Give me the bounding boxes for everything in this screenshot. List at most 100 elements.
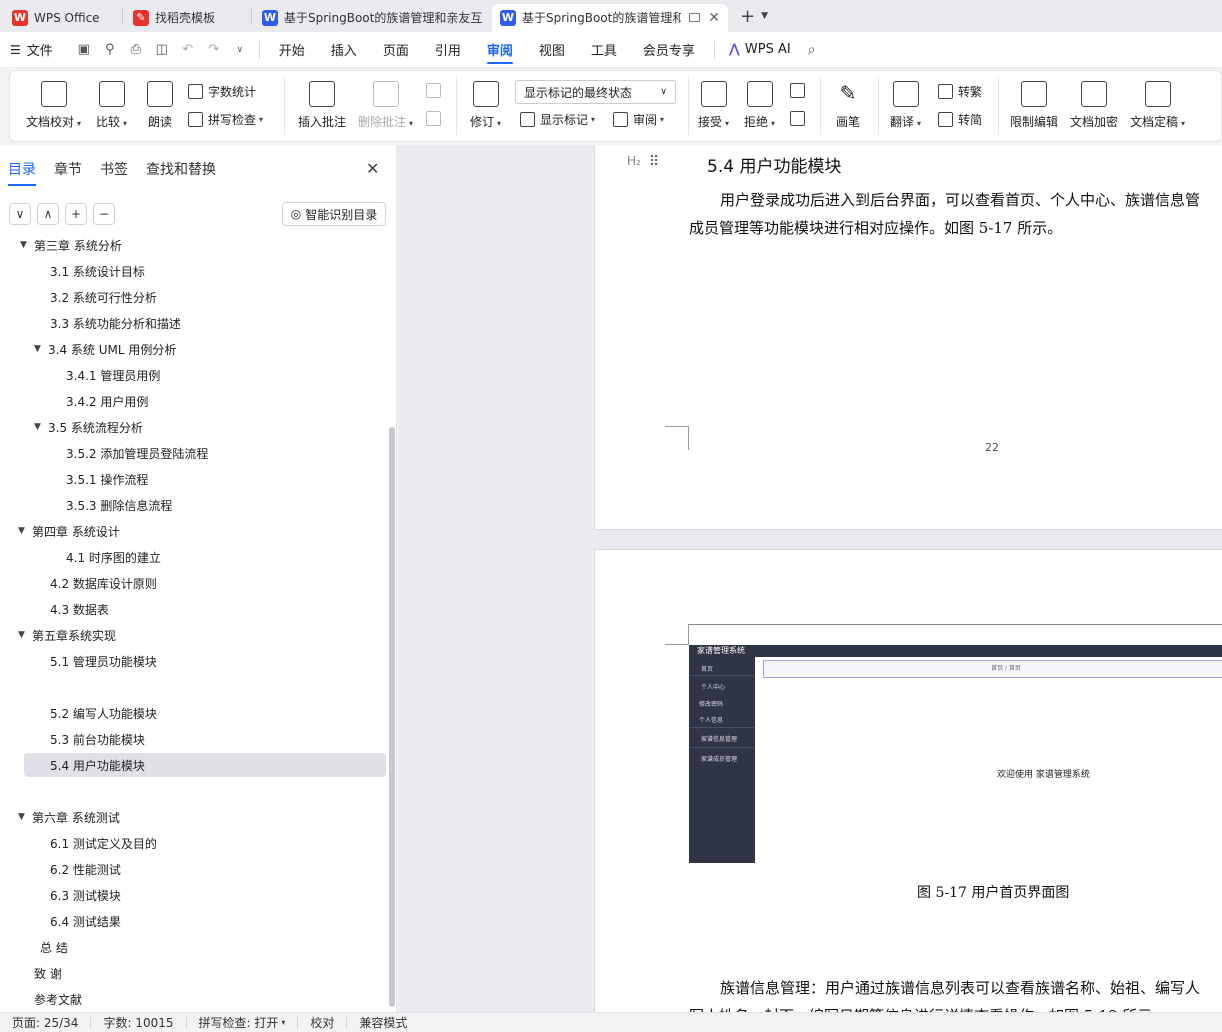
paragraph-line[interactable]: 用户登录成功后进入到后台界面，可以查看首页、个人中心、族谱信息管 bbox=[720, 186, 1200, 214]
toc-item[interactable]: 3.2 系统可行性分析 bbox=[50, 285, 157, 309]
save-icon[interactable]: ▣ bbox=[76, 42, 92, 58]
pen-button[interactable]: ✎ 画笔 bbox=[835, 81, 861, 130]
tab-list-chevron-icon[interactable]: ▼ bbox=[761, 11, 768, 21]
translate-button[interactable]: 翻译 ▾ bbox=[890, 81, 921, 130]
toc-item[interactable]: 5.3 前台功能模块 bbox=[50, 727, 145, 751]
toc-item[interactable]: 6.3 测试模块 bbox=[50, 883, 121, 907]
paragraph-line[interactable]: 族谱信息管理：用户通过族谱信息列表可以查看族谱名称、始祖、编写人 bbox=[720, 974, 1200, 1002]
tab-find-replace[interactable]: 查找和替换 bbox=[146, 159, 216, 186]
toc-item[interactable]: 3.4.2 用户用例 bbox=[66, 389, 148, 413]
spell-check-indicator[interactable]: 拼写检查: 打开 ▾ bbox=[187, 1016, 299, 1030]
toc-item[interactable]: 4.1 时序图的建立 bbox=[66, 545, 161, 569]
to-traditional-button[interactable]: 转繁 bbox=[938, 83, 982, 100]
tab-review[interactable]: 审阅 bbox=[474, 32, 526, 68]
accept-button[interactable]: 接受 ▾ bbox=[698, 81, 729, 130]
paragraph-line[interactable]: 写人姓名、封面、编写日期等信息进行详情查看操作，如图 5-18 所示。 bbox=[689, 1002, 1167, 1012]
print-icon[interactable]: ⎙ bbox=[128, 42, 144, 58]
next-change-button[interactable] bbox=[790, 111, 810, 126]
paragraph-line[interactable]: 成员管理等功能模块进行相对应操作。如图 5-17 所示。 bbox=[689, 214, 1062, 242]
file-menu[interactable]: ☰ 文件 bbox=[10, 40, 53, 60]
tab-sections[interactable]: 章节 bbox=[54, 159, 82, 186]
tab-toc[interactable]: 目录 bbox=[8, 159, 36, 186]
expand-arrow-icon[interactable]: ▼ bbox=[34, 344, 48, 354]
toc-item[interactable]: 5.1 管理员功能模块 bbox=[50, 649, 157, 673]
close-panel-icon[interactable]: ✕ bbox=[366, 159, 379, 178]
doc-proofread-button[interactable]: 文档校对 ▾ bbox=[26, 81, 81, 130]
expand-arrow-icon[interactable]: ▼ bbox=[18, 812, 32, 822]
search-icon[interactable]: ⌕ bbox=[804, 42, 820, 58]
to-simplified-button[interactable]: 转简 bbox=[938, 111, 982, 128]
smart-toc-button[interactable]: ◎ 智能识别目录 bbox=[282, 202, 386, 226]
delete-comment-button[interactable]: 删除批注 ▾ bbox=[358, 81, 413, 130]
wps-ai-button[interactable]: ⋀ WPS AI bbox=[721, 32, 799, 68]
toc-item[interactable]: ▼ 第四章 系统设计 bbox=[18, 519, 120, 543]
toc-item[interactable]: 总 结 bbox=[40, 935, 68, 959]
embedded-screenshot[interactable]: 家谱管理系统 首页 个人中心 修改密码 个人信息 家谱信息管理 家谱成员管理 首… bbox=[689, 645, 1222, 863]
toc-item[interactable]: 4.3 数据表 bbox=[50, 597, 109, 621]
toc-item[interactable]: ▼ 第三章 系统分析 bbox=[20, 237, 122, 257]
tab-start[interactable]: 开始 bbox=[266, 32, 318, 68]
screen-icon[interactable] bbox=[689, 13, 701, 22]
compare-button[interactable]: 比较 ▾ bbox=[96, 81, 127, 130]
undo-icon[interactable]: ↶ bbox=[180, 42, 196, 58]
add-heading-button[interactable]: + bbox=[65, 203, 87, 225]
tab-view[interactable]: 视图 bbox=[526, 32, 578, 68]
tab-document-2[interactable]: W 基于SpringBoot的族谱管理和 ✕ bbox=[492, 3, 728, 32]
remove-heading-button[interactable]: − bbox=[93, 203, 115, 225]
prev-change-button[interactable] bbox=[790, 83, 810, 98]
toc-item[interactable]: 6.4 测试结果 bbox=[50, 909, 121, 933]
print-preview-icon[interactable]: ◫ bbox=[154, 42, 170, 58]
toc-item[interactable]: 参考文献 bbox=[34, 987, 82, 1011]
toc-item[interactable]: ▼ 3.4 系统 UML 用例分析 bbox=[34, 337, 176, 361]
tab-template[interactable]: ✎ 找稻壳模板 bbox=[125, 4, 249, 32]
expand-arrow-icon[interactable]: ▼ bbox=[18, 630, 32, 640]
toc-item[interactable]: 3.1 系统设计目标 bbox=[50, 259, 145, 283]
toc-item[interactable]: 6.2 性能测试 bbox=[50, 857, 121, 881]
read-aloud-button[interactable]: 朗读 bbox=[147, 81, 173, 130]
tab-insert[interactable]: 插入 bbox=[318, 32, 370, 68]
next-comment-button[interactable] bbox=[426, 111, 446, 126]
toc-item[interactable]: 3.5.3 删除信息流程 bbox=[66, 493, 172, 517]
restrict-edit-button[interactable]: 限制编辑 bbox=[1010, 81, 1058, 130]
expand-arrow-icon[interactable]: ▼ bbox=[18, 526, 32, 536]
toc-item[interactable]: 6.1 测试定义及目的 bbox=[50, 831, 157, 855]
more-chevron-icon[interactable]: ∨ bbox=[232, 42, 248, 58]
collapse-up-button[interactable]: ∧ bbox=[37, 203, 59, 225]
markup-state-select[interactable]: 显示标记的最终状态 ∨ bbox=[515, 80, 676, 104]
proof-indicator[interactable]: 校对 bbox=[298, 1016, 348, 1030]
collapse-down-button[interactable]: ∨ bbox=[9, 203, 31, 225]
doc-encrypt-button[interactable]: 文档加密 bbox=[1070, 81, 1118, 130]
section-heading[interactable]: 5.4 用户功能模块 bbox=[707, 152, 841, 177]
toc-item[interactable]: 3.3 系统功能分析和描述 bbox=[50, 311, 181, 335]
figure-caption[interactable]: 图 5-17 用户首页界面图 bbox=[917, 882, 1069, 902]
tab-document-1[interactable]: W 基于SpringBoot的族谱管理和亲友互 bbox=[254, 4, 492, 32]
toc-item[interactable]: ▼ 第五章系统实现 bbox=[18, 623, 116, 647]
spell-check-button[interactable]: 拼写检查 ▾ bbox=[188, 111, 263, 128]
toc-scrollbar[interactable] bbox=[389, 427, 395, 1007]
toc-item[interactable]: 5.2 编写人功能模块 bbox=[50, 701, 157, 725]
toc-item[interactable]: 致 谢 bbox=[34, 961, 62, 985]
word-count-button[interactable]: 字数统计 bbox=[188, 83, 256, 100]
toc-item[interactable]: ▼ 3.5 系统流程分析 bbox=[34, 415, 143, 439]
tab-member[interactable]: 会员专享 bbox=[630, 32, 708, 68]
tab-wps-office[interactable]: W WPS Office bbox=[4, 4, 120, 32]
page-indicator[interactable]: 页面: 25/34 bbox=[0, 1016, 92, 1030]
track-changes-button[interactable]: 修订 ▾ bbox=[470, 81, 501, 130]
review-pane-button[interactable]: 审阅 ▾ bbox=[613, 111, 664, 128]
toc-item[interactable]: 3.5.2 添加管理员登陆流程 bbox=[66, 441, 208, 465]
tab-page[interactable]: 页面 bbox=[370, 32, 422, 68]
expand-arrow-icon[interactable]: ▼ bbox=[20, 240, 34, 250]
tab-bookmarks[interactable]: 书签 bbox=[100, 159, 128, 186]
redo-icon[interactable]: ↷ bbox=[206, 42, 222, 58]
reject-button[interactable]: 拒绝 ▾ bbox=[744, 81, 775, 130]
drag-handle-icon[interactable]: ⠿ bbox=[649, 154, 659, 170]
tab-reference[interactable]: 引用 bbox=[422, 32, 474, 68]
expand-arrow-icon[interactable]: ▼ bbox=[34, 422, 48, 432]
toc-item[interactable]: 3.5.1 操作流程 bbox=[66, 467, 148, 491]
close-tab-icon[interactable]: ✕ bbox=[708, 10, 720, 26]
show-markup-button[interactable]: 显示标记 ▾ bbox=[520, 111, 595, 128]
toc-item[interactable]: 3.4.1 管理员用例 bbox=[66, 363, 160, 387]
toc-item[interactable]: 4.2 数据库设计原则 bbox=[50, 571, 157, 595]
word-count-indicator[interactable]: 字数: 10015 bbox=[91, 1016, 187, 1030]
link-icon[interactable]: ⚲ bbox=[102, 42, 118, 58]
